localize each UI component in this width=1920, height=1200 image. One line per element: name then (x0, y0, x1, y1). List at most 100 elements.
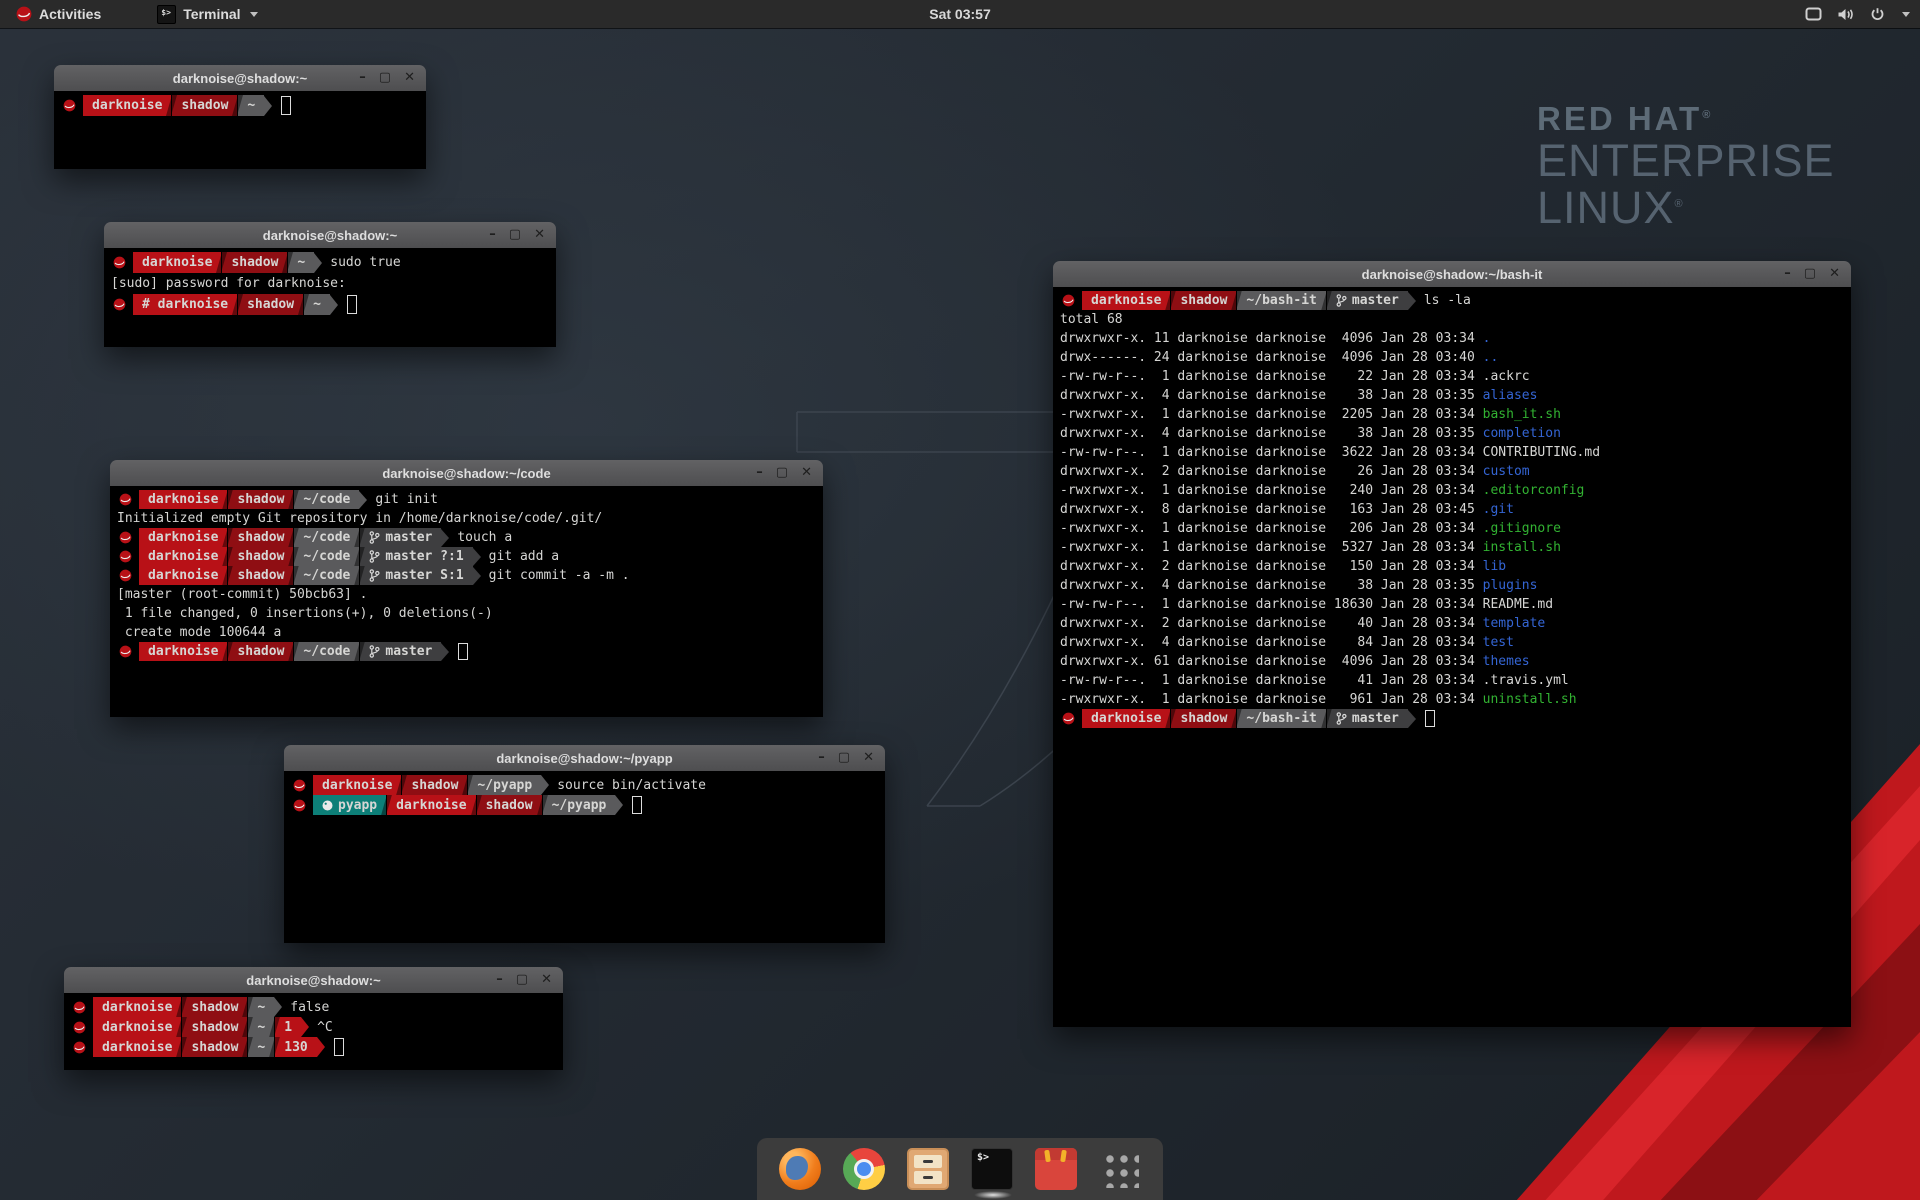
terminal-cursor (334, 1038, 344, 1056)
window-titlebar[interactable]: darknoise@shadow:~–▢✕ (54, 65, 426, 92)
command-text: git commit -a -m . (489, 568, 630, 583)
segment-label: darknoise (148, 549, 218, 564)
output-line: drwxrwxr-x. 2 darknoise darknoise 26 Jan… (1060, 462, 1844, 481)
segment-arrow (330, 295, 338, 315)
close-button[interactable]: ✕ (1829, 261, 1840, 287)
dock-chrome-icon[interactable] (843, 1148, 885, 1190)
minimize-button[interactable]: – (756, 460, 763, 486)
maximize-button[interactable]: ▢ (1804, 261, 1816, 287)
segment-label: ~ (247, 98, 255, 113)
segment-label: master (385, 644, 432, 659)
minimize-button[interactable]: – (359, 65, 366, 91)
hat-icon (113, 256, 126, 269)
branch-icon (1336, 294, 1347, 307)
display-icon[interactable] (1805, 7, 1822, 21)
branch-icon (369, 645, 380, 658)
segment-arrow (473, 567, 481, 585)
terminal-app-icon: $> (157, 5, 176, 24)
prompt-segment: ~/pyapp (468, 775, 541, 795)
hat-icon (293, 779, 306, 792)
minimize-button[interactable]: – (818, 745, 825, 771)
prompt-segment: 1 (275, 1017, 301, 1037)
output-line: drwxrwxr-x. 4 darknoise darknoise 38 Jan… (1060, 576, 1844, 595)
dock-toolbox-icon[interactable] (1035, 1148, 1077, 1190)
output-line: 1 file changed, 0 insertions(+), 0 delet… (117, 604, 816, 623)
output-line: drwxrwxr-x. 61 darknoise darknoise 4096 … (1060, 652, 1844, 671)
hat-icon (119, 550, 132, 563)
maximize-button[interactable]: ▢ (509, 222, 521, 248)
prompt-line: darknoiseshadow~/codemaster ?:1git add a (117, 547, 816, 566)
window-titlebar[interactable]: darknoise@shadow:~–▢✕ (64, 967, 563, 994)
rhel-logo-line3: LINUX® (1537, 185, 1835, 232)
output-line: -rw-rw-r--. 1 darknoise darknoise 41 Jan… (1060, 671, 1844, 690)
maximize-button[interactable]: ▢ (379, 65, 391, 91)
clock[interactable]: Sat 03:57 (929, 6, 990, 22)
segment-label: darknoise (148, 492, 218, 507)
minimize-button[interactable]: – (1784, 261, 1791, 287)
close-button[interactable]: ✕ (863, 745, 874, 771)
dock-files-icon[interactable] (907, 1148, 949, 1190)
terminal-screen[interactable]: darknoise shadow ~/pyapp source bin/activat… (284, 771, 885, 943)
prompt-segment: darknoise (139, 547, 227, 566)
terminal-screen[interactable]: darknoiseshadow~/bash-itmasterls -latota… (1053, 287, 1851, 1027)
prompt-segment: master (360, 528, 441, 547)
terminal-window-sudo: darknoise@shadow:~–▢ ✕darknoiseshadow~sud… (104, 222, 556, 347)
segment-label: ~/code (303, 549, 350, 564)
window-titlebar[interactable]: darknoise@shadow:~–▢ ✕ (104, 222, 556, 249)
segment-label: darknoise (148, 568, 218, 583)
desktop[interactable]: { "topbar": { "activities_label": "Activ… (0, 0, 1920, 1200)
minimize-button[interactable]: – (496, 967, 503, 993)
power-icon[interactable] (1870, 7, 1885, 22)
window-titlebar[interactable]: darknoise@shadow:~/bash-it–▢ ✕ (1053, 261, 1851, 288)
close-button[interactable]: ✕ (534, 222, 545, 248)
prompt-line: # darknoiseshadow~ (111, 294, 549, 315)
activities-button[interactable]: Activities (10, 4, 107, 24)
window-titlebar[interactable]: darknoise@shadow:~/pyapp–▢✕ (284, 745, 885, 772)
command-text: source bin/activate (557, 778, 706, 793)
redhat-icon (16, 6, 32, 22)
segment-label: pyapp (338, 798, 377, 813)
maximize-button[interactable]: ▢ (516, 967, 528, 993)
close-button[interactable]: ✕ (541, 967, 552, 993)
terminal-screen[interactable]: darknoiseshadow~sudo true[sudo] password… (104, 248, 556, 347)
prompt-line: darknoiseshadow~/codemaster S:1git commi… (117, 566, 816, 585)
segment-arrow (314, 253, 322, 273)
prompt-segment: shadow (182, 997, 247, 1017)
maximize-button[interactable]: ▢ (838, 745, 850, 771)
prompt-segment: master ?:1 (360, 547, 472, 566)
window-title: darknoise@shadow:~ (104, 228, 556, 243)
terminal-cursor (281, 96, 291, 115)
segment-arrow (1408, 710, 1416, 728)
maximize-button[interactable]: ▢ (776, 460, 788, 486)
app-menu-terminal[interactable]: $> Terminal (149, 3, 265, 26)
prompt-segment: shadow (228, 547, 293, 566)
dock-app-grid-icon[interactable] (1099, 1148, 1141, 1190)
close-button[interactable]: ✕ (404, 65, 415, 91)
prompt-segment: ~ (238, 95, 264, 116)
output-line: [master (root-commit) 50bcb63] . (117, 585, 816, 604)
segment-label: shadow (411, 778, 458, 793)
volume-icon[interactable] (1837, 7, 1855, 22)
minimize-button[interactable]: – (489, 222, 496, 248)
prompt-segment: ~/code (294, 566, 359, 585)
hat-icon (73, 1041, 86, 1054)
close-button[interactable]: ✕ (801, 460, 812, 486)
tray-chevron-down-icon[interactable] (1902, 12, 1910, 17)
window-title: darknoise@shadow:~/bash-it (1053, 267, 1851, 282)
prompt-segment: ~/code (294, 490, 359, 509)
prompt-segment: darknoise (313, 775, 401, 795)
output-line: -rw-rw-r--. 1 darknoise darknoise 3622 J… (1060, 443, 1844, 462)
hat-icon (113, 298, 126, 311)
terminal-screen[interactable]: darknoiseshadow~ (54, 91, 426, 169)
window-titlebar[interactable]: darknoise@shadow:~/code–▢✕ (110, 460, 823, 487)
hat-icon (119, 569, 132, 582)
terminal-screen[interactable]: darknoiseshadow~falsedarknoiseshadow~1^C… (64, 993, 563, 1070)
segment-arrow (441, 643, 449, 661)
dock-terminal-icon[interactable]: $> (971, 1148, 1013, 1190)
system-tray[interactable] (1805, 0, 1910, 28)
segment-label: # darknoise (142, 297, 228, 312)
dock-firefox-icon[interactable] (779, 1148, 821, 1190)
python-icon (322, 800, 333, 811)
prompt-line: darknoiseshadow~/codegit init (117, 490, 816, 509)
terminal-screen[interactable]: darknoiseshadow~/codegit initInitialized… (110, 486, 823, 717)
